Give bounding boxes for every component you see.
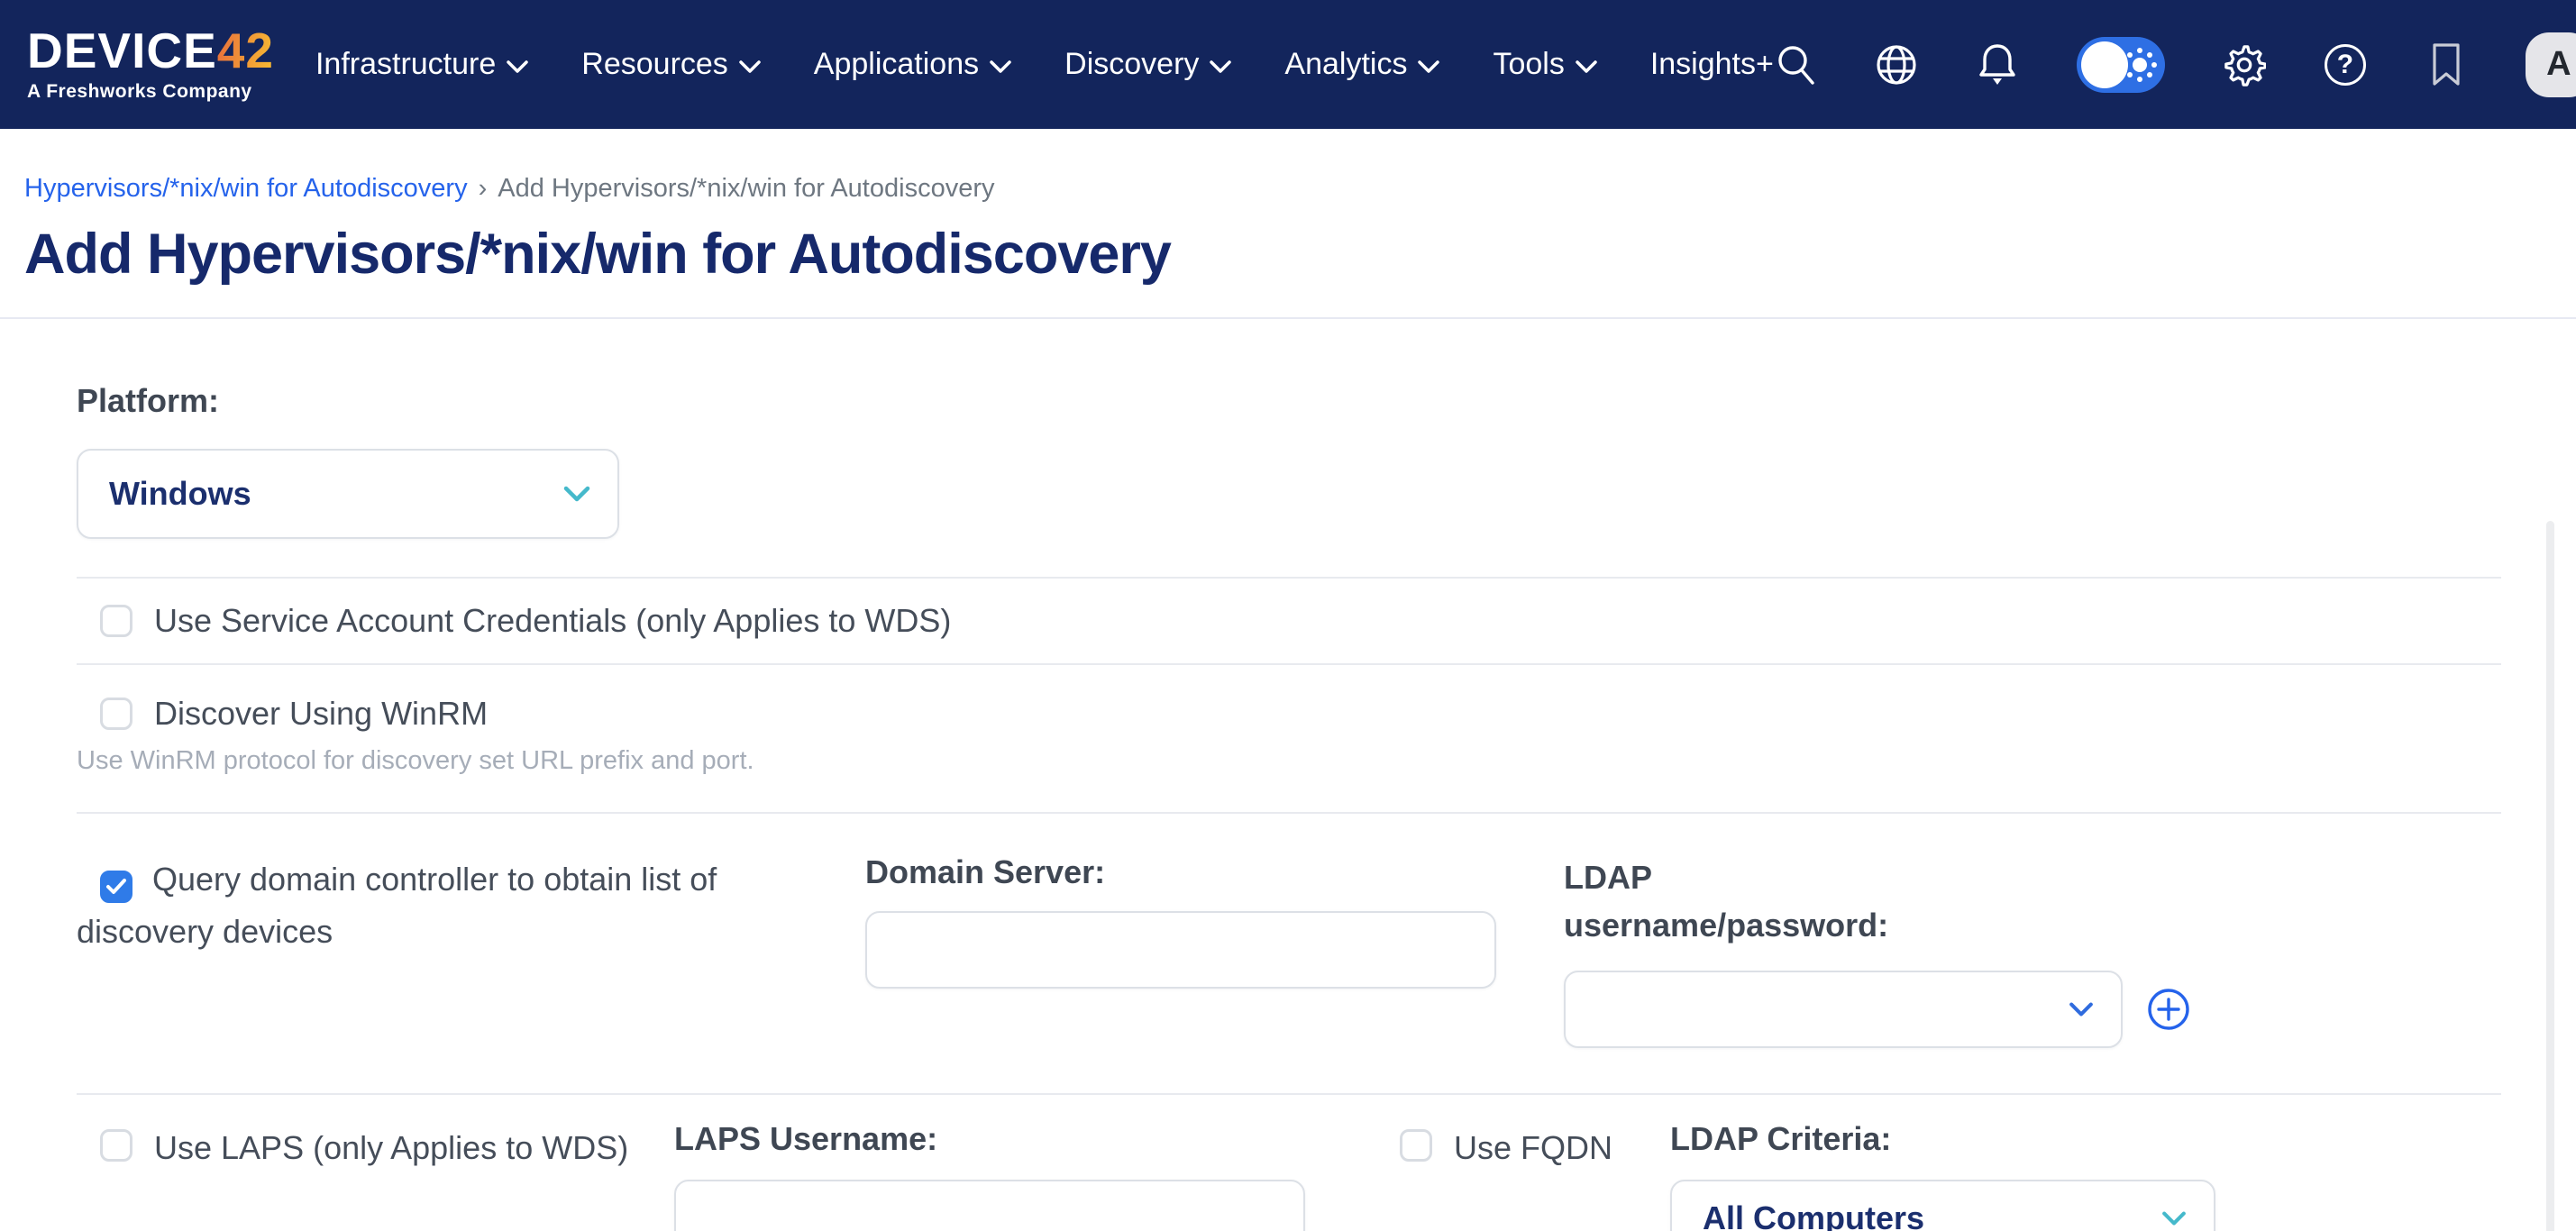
query-domain-label: Query domain controller to obtain list o… xyxy=(77,861,717,950)
laps-checkbox[interactable] xyxy=(100,1129,132,1162)
domain-server-col: Domain Server: xyxy=(865,853,1496,1048)
chevron-down-icon xyxy=(1576,59,1597,74)
winrm-label: Discover Using WinRM xyxy=(154,695,488,733)
chevron-down-icon xyxy=(990,59,1011,74)
menu-item-infrastructure[interactable]: Infrastructure xyxy=(315,47,528,82)
main-content: Hypervisors/*nix/win for Autodiscovery ›… xyxy=(0,174,2576,1231)
menu-label: Applications xyxy=(814,47,979,82)
menu-label: Analytics xyxy=(1284,47,1407,82)
ldap-criteria-value: All Computers xyxy=(1703,1199,2161,1231)
autodiscovery-form: Platform: Windows Use Service Account Cr… xyxy=(24,319,2552,1231)
nav-utility-icons: ? A xyxy=(1774,32,2576,97)
chevron-down-icon xyxy=(507,59,528,74)
logo-tagline: A Freshworks Company xyxy=(27,81,274,103)
logo-brand-accent: 42 xyxy=(217,23,274,78)
logo-text: DEVICE42 xyxy=(27,26,274,76)
menu-label: Resources xyxy=(581,47,728,82)
laps-label: Use LAPS (only Applies to WDS) xyxy=(154,1129,628,1167)
laps-username-label: LAPS Username: xyxy=(674,1120,1305,1158)
platform-label: Platform: xyxy=(77,382,2552,420)
breadcrumb-current: Add Hypervisors/*nix/win for Autodiscove… xyxy=(498,174,994,204)
help-icon[interactable]: ? xyxy=(2324,43,2367,87)
ldap-criteria-label: LDAP Criteria: xyxy=(1670,1120,2215,1158)
chevron-down-icon xyxy=(1210,59,1231,74)
top-navigation-bar: DEVICE42 A Freshworks Company Infrastruc… xyxy=(0,0,2576,129)
settings-gear-icon[interactable] xyxy=(2223,43,2266,87)
chevron-down-icon xyxy=(2069,1001,2094,1017)
laps-row: Use LAPS (only Applies to WDS) LAPS User… xyxy=(77,1095,2552,1231)
breadcrumb-separator: › xyxy=(479,174,488,204)
search-icon[interactable] xyxy=(1774,43,1817,87)
menu-item-applications[interactable]: Applications xyxy=(814,47,1011,82)
laps-col: Use LAPS (only Applies to WDS) xyxy=(77,1120,674,1231)
chevron-down-icon xyxy=(2161,1210,2187,1226)
menu-label: Insights+ xyxy=(1650,47,1774,82)
ldap-credentials-select[interactable] xyxy=(1564,971,2123,1048)
vertical-scrollbar[interactable] xyxy=(2546,521,2554,1231)
notifications-bell-icon[interactable] xyxy=(1976,43,2019,87)
query-domain-col: Query domain controller to obtain list o… xyxy=(77,853,762,1048)
main-menu: Infrastructure Resources Applications Di… xyxy=(315,47,1774,82)
chevron-down-icon xyxy=(739,59,761,74)
breadcrumb: Hypervisors/*nix/win for Autodiscovery ›… xyxy=(24,174,2552,204)
domain-server-input[interactable] xyxy=(865,911,1496,989)
menu-label: Tools xyxy=(1493,47,1564,82)
menu-item-analytics[interactable]: Analytics xyxy=(1284,47,1439,82)
domain-server-label: Domain Server: xyxy=(865,853,1496,891)
help-glyph: ? xyxy=(2325,44,2366,86)
service-account-checkbox[interactable] xyxy=(100,605,132,637)
sun-icon xyxy=(2120,45,2160,85)
ldap-criteria-select[interactable]: All Computers xyxy=(1670,1180,2215,1231)
ldap-credentials-label: LDAP username/password: xyxy=(1564,853,1816,949)
use-fqdn-label: Use FQDN xyxy=(1454,1129,1612,1167)
service-account-row: Use Service Account Credentials (only Ap… xyxy=(77,579,2552,663)
bookmark-icon[interactable] xyxy=(2425,43,2468,87)
winrm-row: Discover Using WinRM xyxy=(77,665,2552,744)
ldap-criteria-col: LDAP Criteria: All Computers xyxy=(1670,1120,2215,1231)
check-icon xyxy=(105,878,127,896)
user-avatar[interactable]: A xyxy=(2526,32,2576,97)
menu-item-insights[interactable]: Insights+ xyxy=(1650,47,1774,82)
add-credentials-button[interactable] xyxy=(2146,987,2191,1032)
menu-label: Infrastructure xyxy=(315,47,496,82)
device42-logo[interactable]: DEVICE42 A Freshworks Company xyxy=(27,26,274,103)
laps-username-input[interactable] xyxy=(674,1180,1305,1231)
menu-item-resources[interactable]: Resources xyxy=(581,47,761,82)
platform-value: Windows xyxy=(109,475,563,513)
service-account-label: Use Service Account Credentials (only Ap… xyxy=(154,602,951,640)
chevron-down-icon xyxy=(1418,59,1439,74)
theme-toggle[interactable] xyxy=(2077,37,2165,93)
winrm-help-text: Use WinRM protocol for discovery set URL… xyxy=(77,746,2552,776)
chevron-down-icon xyxy=(563,485,590,503)
logo-brand: DEVICE xyxy=(27,23,217,78)
fqdn-col: Use FQDN xyxy=(1400,1120,1670,1231)
query-domain-row: Query domain controller to obtain list o… xyxy=(77,814,2552,1093)
page-title: Add Hypervisors/*nix/win for Autodiscove… xyxy=(24,222,2552,287)
platform-select[interactable]: Windows xyxy=(77,449,619,539)
winrm-checkbox[interactable] xyxy=(100,698,132,730)
use-fqdn-checkbox[interactable] xyxy=(1400,1129,1432,1162)
breadcrumb-link[interactable]: Hypervisors/*nix/win for Autodiscovery xyxy=(24,174,468,204)
menu-label: Discovery xyxy=(1064,47,1199,82)
globe-icon[interactable] xyxy=(1875,43,1918,87)
menu-item-discovery[interactable]: Discovery xyxy=(1064,47,1231,82)
platform-row: Platform: Windows xyxy=(77,319,2552,539)
laps-username-col: LAPS Username: xyxy=(674,1120,1305,1231)
menu-item-tools[interactable]: Tools xyxy=(1493,47,1596,82)
query-domain-checkbox[interactable] xyxy=(100,871,132,903)
ldap-credentials-col: LDAP username/password: xyxy=(1564,853,2195,1048)
